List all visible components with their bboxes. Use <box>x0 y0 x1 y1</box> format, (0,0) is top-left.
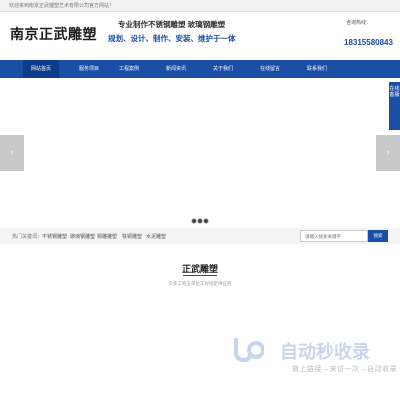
nav-item-contact[interactable]: 联系我们 <box>299 60 335 78</box>
watermark-logo-icon <box>234 338 264 362</box>
search-button[interactable]: 搜索 <box>368 230 388 242</box>
nav-item-cases[interactable]: 工程案例 <box>111 60 147 78</box>
banner-pagination <box>191 211 209 224</box>
page: 欢迎来到南京正武雕塑艺术有限公司官方网站！ 南京正武雕塑 专业制作不锈钢雕塑 玻… <box>0 0 400 400</box>
hotline-label: 咨询热线： <box>346 20 372 26</box>
top-bar: 欢迎来到南京正武雕塑艺术有限公司官方网站！ <box>0 0 400 12</box>
keyword-link[interactable]: 水泥雕塑 <box>146 233 166 240</box>
hotline-number: 18315580843 <box>344 38 393 47</box>
online-service-tab[interactable]: 在线客服 <box>389 82 400 130</box>
chevron-left-icon: ‹ <box>10 147 14 158</box>
section-subtitle: 众多工程五单位工程指定供应商 <box>168 281 232 286</box>
banner-dot[interactable] <box>203 218 209 224</box>
nav-item-services[interactable]: 服务项目 <box>71 60 107 78</box>
banner-slider <box>0 78 400 224</box>
nav-item-message[interactable]: 在线留言 <box>252 60 288 78</box>
keywords-label: 热门关键词： <box>12 234 43 240</box>
keyword-link[interactable]: 不锈钢雕塑 <box>42 233 67 240</box>
section-title-underline <box>183 275 217 276</box>
site-logo[interactable]: 南京正武雕塑 <box>10 24 97 44</box>
keyword-link[interactable]: 铜雕雕塑 <box>97 233 117 240</box>
keyword-link[interactable]: 铁铜雕塑 <box>122 233 142 240</box>
online-service-label: 在线客服 <box>389 86 400 98</box>
nav-item-about[interactable]: 关于我们 <box>205 60 241 78</box>
search-input[interactable] <box>300 230 368 242</box>
slogan-line-1: 专业制作不锈钢雕塑 玻璃钢雕塑 <box>118 20 226 29</box>
section-title: 正武雕塑 <box>181 264 218 274</box>
keyword-link[interactable]: 玻璃钢雕塑 <box>70 233 95 240</box>
banner-prev-button[interactable]: ‹ <box>0 135 24 171</box>
banner-next-button[interactable]: › <box>376 135 400 171</box>
slogan-line-2: 规划、设计、制作、安装、维护于一体 <box>108 34 236 43</box>
chevron-right-icon: › <box>386 147 390 158</box>
main-nav: 网站首页 服务项目 工程案例 新闻资讯 关于我们 在线留言 联系我们 <box>0 60 400 78</box>
watermark-slogan: 做上链接→来访一次→自动收录 <box>292 366 397 373</box>
welcome-text: 欢迎来到南京正武雕塑艺术有限公司官方网站！ <box>9 3 115 9</box>
watermark-text: 自动秒收录 <box>280 342 370 363</box>
nav-item-home[interactable]: 网站首页 <box>23 60 59 78</box>
nav-item-news[interactable]: 新闻资讯 <box>158 60 194 78</box>
